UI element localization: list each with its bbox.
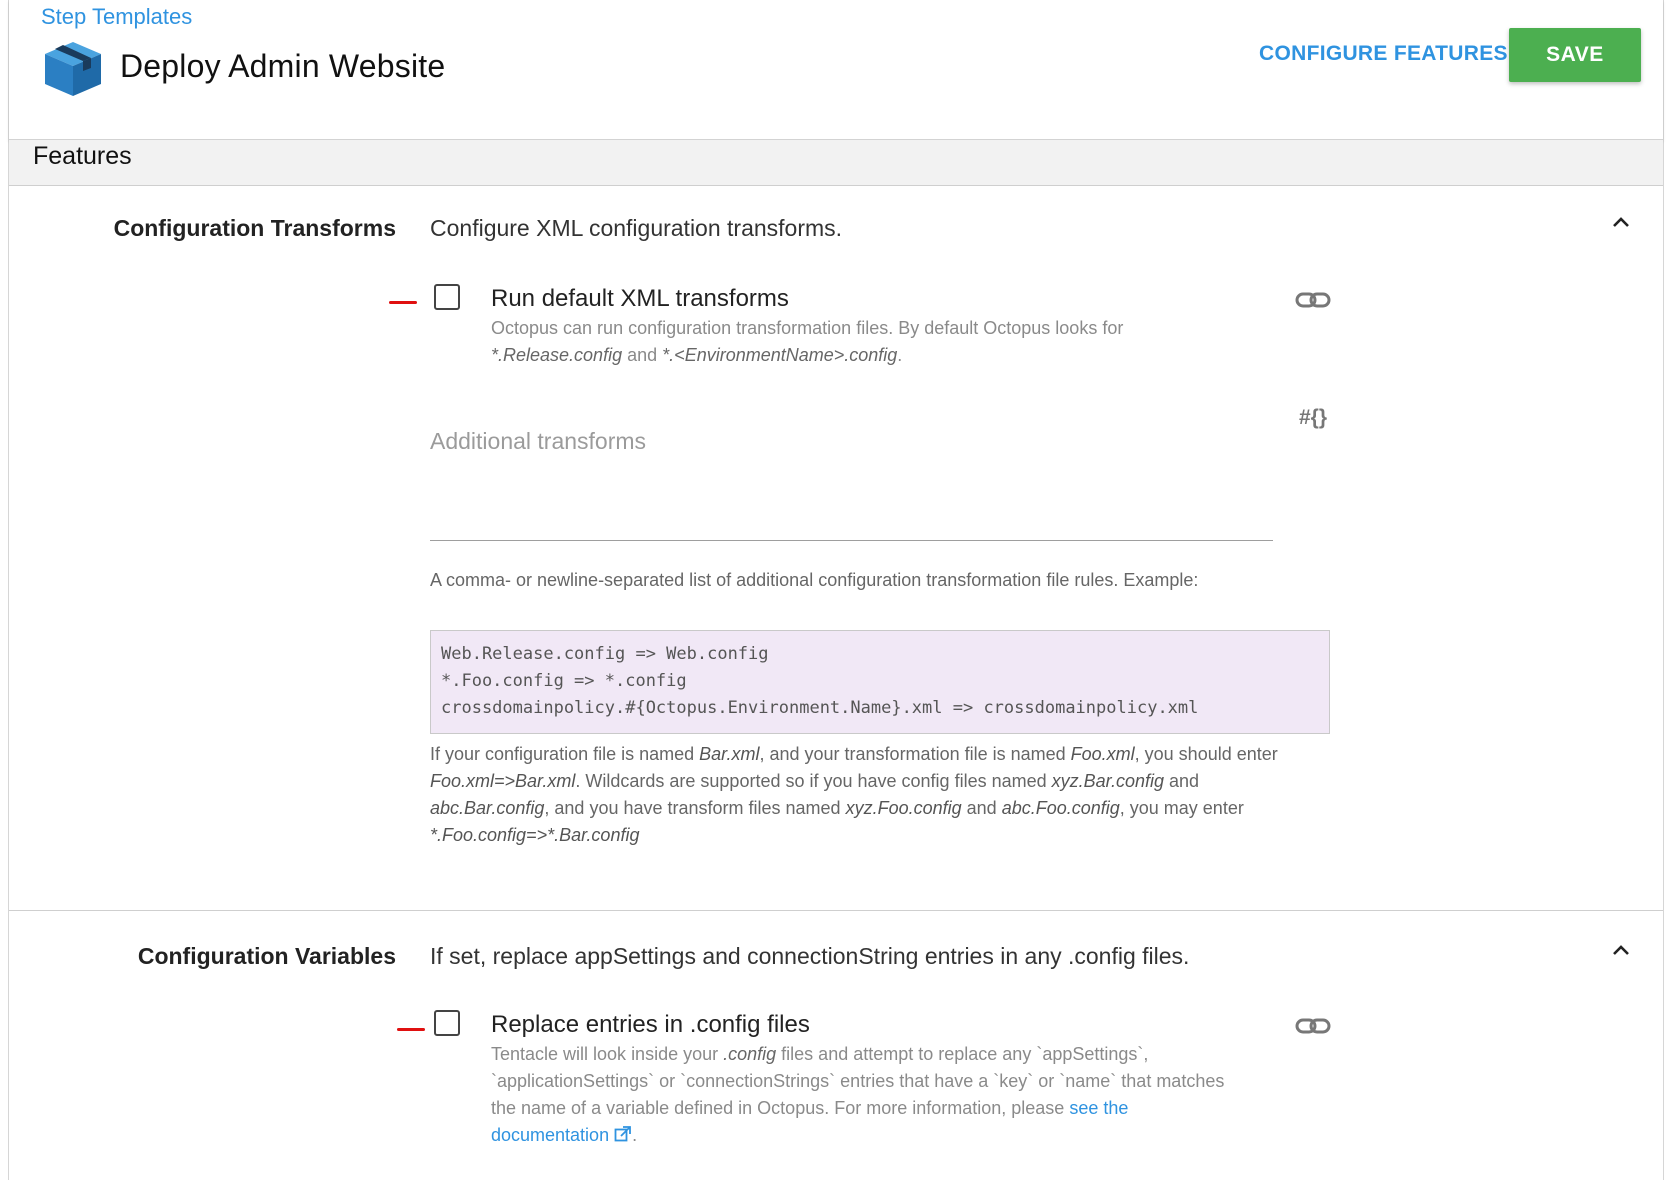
help-prefix: Octopus can run configuration transforma… [491, 318, 1124, 338]
filename: Bar.xml [699, 744, 760, 764]
text: Tentacle will look inside your [491, 1044, 724, 1064]
example-code-block: Web.Release.config => Web.config *.Foo.c… [430, 630, 1330, 734]
help-end: . [897, 345, 903, 365]
code-line: crossdomainpolicy.#{Octopus.Environment.… [441, 698, 1199, 718]
filename: xyz.Bar.config [1051, 771, 1165, 791]
annotation-mark [397, 1028, 425, 1031]
features-bar: Features [9, 140, 1663, 186]
checkbox-label[interactable]: Run default XML transforms [491, 285, 789, 313]
run-default-xml-transforms-checkbox[interactable] [434, 284, 460, 310]
section-divider [9, 910, 1663, 911]
annotation-mark [389, 301, 417, 304]
link-icon[interactable] [1295, 1016, 1331, 1036]
configure-features-button[interactable]: CONFIGURE FEATURES [1259, 42, 1508, 66]
replace-entries-checkbox[interactable] [434, 1010, 460, 1036]
section-label: Configuration Variables [137, 943, 396, 969]
app-frame: Step Templates Deploy Admin Website CONF… [8, 0, 1664, 1180]
page-title: Deploy Admin Website [120, 48, 446, 84]
help-file-environment: *.<EnvironmentName>.config [662, 345, 898, 365]
chevron-up-icon[interactable] [1609, 210, 1633, 234]
section-description: If set, replace appSettings and connecti… [430, 943, 1190, 969]
section-label: Configuration Transforms [113, 215, 396, 241]
save-button[interactable]: SAVE [1509, 28, 1641, 82]
text: . [632, 1125, 638, 1145]
filename: Foo.xml [1070, 744, 1135, 764]
features-title: Features [33, 142, 132, 170]
package-icon [45, 42, 101, 96]
text: . Wildcards are supported so if you have… [575, 771, 1052, 791]
text: , and you have transform files named [544, 798, 846, 818]
breadcrumb-step-templates[interactable]: Step Templates [41, 4, 192, 30]
transforms-help-text: Octopus can run configuration transforma… [491, 315, 1251, 369]
chevron-up-icon[interactable] [1609, 938, 1633, 962]
list-note: A comma- or newline-separated list of ad… [430, 570, 1199, 590]
link-icon[interactable] [1295, 290, 1331, 310]
text: , you should enter [1134, 744, 1278, 764]
filename: Foo.xml=>Bar.xml [430, 771, 576, 791]
code-line: Web.Release.config => Web.config [441, 644, 769, 664]
text: If your configuration file is named [430, 744, 700, 764]
filename: abc.Foo.config [1001, 798, 1120, 818]
text: and [1164, 771, 1200, 791]
text: , and your transformation file is named [759, 744, 1071, 764]
filename: abc.Bar.config [430, 798, 545, 818]
checkbox-label[interactable]: Replace entries in .config files [491, 1011, 810, 1039]
help-file-release: *.Release.config [491, 345, 623, 365]
help-and: and [627, 345, 658, 365]
page-header: Step Templates Deploy Admin Website CONF… [9, 0, 1663, 140]
text: , you may enter [1119, 798, 1244, 818]
external-link-icon [614, 1126, 632, 1142]
filename: .config [723, 1044, 777, 1064]
additional-transforms-input[interactable] [430, 395, 1273, 541]
code-line: *.Foo.config => *.config [441, 671, 687, 691]
additional-transforms-placeholder[interactable]: Additional transforms [430, 428, 646, 455]
transforms-explanation: If your configuration file is named Bar.… [430, 741, 1290, 849]
filename: xyz.Foo.config [845, 798, 962, 818]
section-description: Configure XML configuration transforms. [430, 215, 843, 241]
text: and [961, 798, 1002, 818]
variables-help-text: Tentacle will look inside your .config f… [491, 1041, 1231, 1149]
filename: *.Foo.config=>*.Bar.config [430, 825, 640, 845]
variable-icon[interactable]: #{} [1299, 406, 1327, 430]
